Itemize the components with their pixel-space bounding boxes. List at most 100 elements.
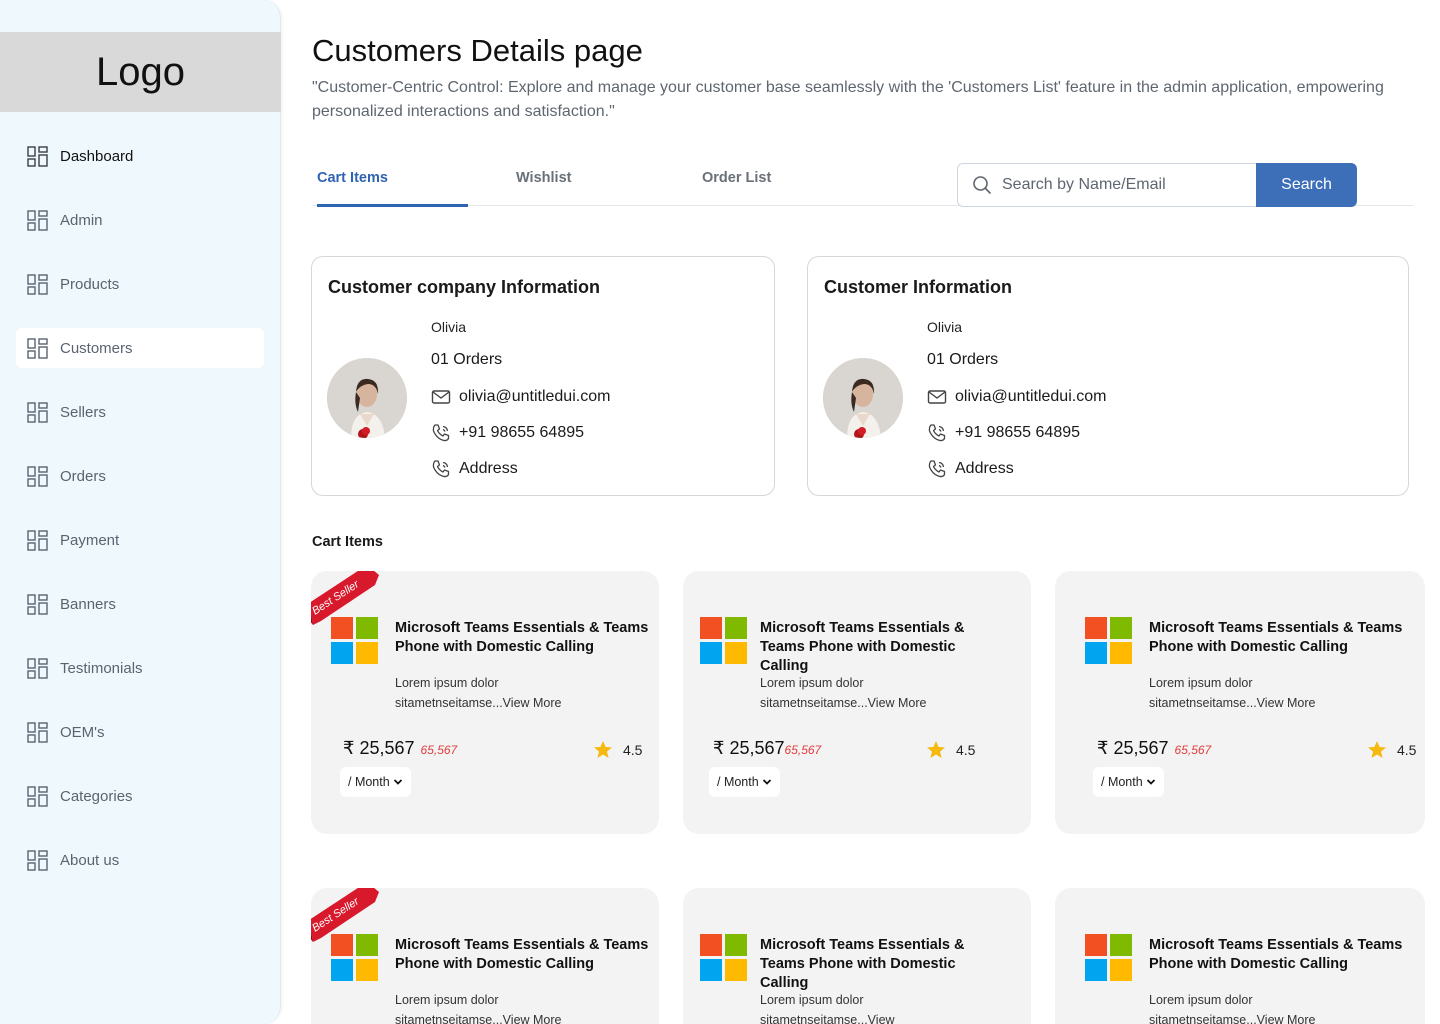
logo[interactable]: Logo <box>0 32 281 112</box>
product-title[interactable]: Microsoft Teams Essentials & Teams Phone… <box>395 619 651 657</box>
view-more-link[interactable]: sitametnseitamse...View More <box>395 1010 635 1024</box>
customer-info-card: Customer Information Olivia 01 Orders ol… <box>807 256 1409 496</box>
sidebar-item-admin[interactable]: Admin <box>16 200 264 240</box>
mail-icon <box>431 390 451 404</box>
microsoft-logo-icon <box>1085 617 1133 665</box>
email-text[interactable]: olivia@untitledui.com <box>459 388 610 406</box>
sidebar-item-categories[interactable]: Categories <box>16 776 264 816</box>
phone-text: +91 98655 64895 <box>955 424 1081 441</box>
period-label: / Month <box>717 775 759 789</box>
chevron-down-icon <box>762 779 771 785</box>
description-line: Lorem ipsum dolor <box>395 676 499 690</box>
product-description: Lorem ipsum dolor sitametnseitamse...Vie… <box>760 673 930 713</box>
tab-order-list[interactable]: Order List <box>702 170 771 186</box>
product-title[interactable]: Microsoft Teams Essentials & Teams Phone… <box>760 936 980 993</box>
grid-icon <box>27 401 48 423</box>
sidebar-item-sellers[interactable]: Sellers <box>16 392 264 432</box>
product-card[interactable]: Microsoft Teams Essentials & Teams Phone… <box>1055 571 1425 834</box>
sidebar-item-about-us[interactable]: About us <box>16 840 264 880</box>
rating-value: 4.5 <box>956 742 976 758</box>
view-more-link[interactable]: sitametnseitamse...View <box>760 1010 930 1024</box>
period-dropdown[interactable]: / Month <box>1093 767 1164 797</box>
sidebar-item-banners[interactable]: Banners <box>16 584 264 624</box>
sidebar-item-customers[interactable]: Customers <box>16 328 264 368</box>
sidebar-nav: Dashboard Admin Products Customers Selle… <box>16 136 264 904</box>
grid-icon <box>27 145 48 167</box>
star-icon <box>1368 741 1386 758</box>
phone-icon <box>432 460 450 478</box>
product-card[interactable]: Best Seller Microsoft Teams Essentials &… <box>311 888 659 1024</box>
address-text: Address <box>955 460 1014 477</box>
card-heading: Customer company Information <box>328 277 601 297</box>
card-heading: Customer Information <box>824 277 1013 297</box>
sidebar-item-label: Payment <box>60 531 120 549</box>
product-price: ₹ 25,567 65,567 <box>343 738 457 759</box>
sidebar-item-label: Dashboard <box>60 147 134 165</box>
product-card[interactable]: Microsoft Teams Essentials & Teams Phone… <box>683 571 1031 834</box>
section-title: Cart Items <box>312 534 383 550</box>
period-label: / Month <box>1101 775 1143 789</box>
phone-icon <box>928 424 946 442</box>
email-row: olivia@untitledui.com <box>431 387 610 407</box>
product-title[interactable]: Microsoft Teams Essentials & Teams Phone… <box>1149 936 1411 974</box>
description-line: Lorem ipsum dolor <box>1149 676 1253 690</box>
product-description: Lorem ipsum dolor sitametnseitamse...Vie… <box>1149 990 1389 1024</box>
period-dropdown[interactable]: / Month <box>340 767 411 797</box>
sidebar-item-products[interactable]: Products <box>16 264 264 304</box>
product-card[interactable]: Microsoft Teams Essentials & Teams Phone… <box>1055 888 1425 1024</box>
phone-icon <box>928 460 946 478</box>
sidebar-item-label: Testimonials <box>60 659 143 677</box>
product-title[interactable]: Microsoft Teams Essentials & Teams Phone… <box>760 619 980 676</box>
search-button[interactable]: Search <box>1256 163 1357 207</box>
tab-wishlist[interactable]: Wishlist <box>516 170 571 186</box>
address-row: Address <box>431 459 518 479</box>
product-card[interactable]: Best Seller Microsoft Teams Essentials &… <box>311 571 659 834</box>
sidebar-item-label: Products <box>60 275 120 293</box>
price-value: ₹ 25,567 <box>713 738 785 758</box>
view-more-link[interactable]: sitametnseitamse...View More <box>760 693 930 713</box>
chevron-down-icon <box>393 779 402 785</box>
sidebar-item-label: About us <box>60 851 120 869</box>
microsoft-logo-icon <box>1085 934 1133 982</box>
sidebar-item-label: Orders <box>60 467 106 485</box>
product-title[interactable]: Microsoft Teams Essentials & Teams Phone… <box>395 936 651 974</box>
avatar <box>823 358 903 438</box>
sidebar-item-dashboard[interactable]: Dashboard <box>16 136 264 176</box>
sidebar-item-label: Categories <box>60 787 133 805</box>
email-row: olivia@untitledui.com <box>927 387 1106 407</box>
microsoft-logo-icon <box>700 617 748 665</box>
description-line: Lorem ipsum dolor <box>395 993 499 1007</box>
price-value: ₹ 25,567 <box>1097 738 1169 758</box>
email-text[interactable]: olivia@untitledui.com <box>955 388 1106 406</box>
company-info-card: Customer company Information Olivia 01 O… <box>311 256 775 496</box>
star-icon <box>594 741 612 758</box>
tab-cart-items[interactable]: Cart Items <box>317 170 388 186</box>
view-more-link[interactable]: sitametnseitamse...View More <box>1149 1010 1389 1024</box>
grid-icon <box>27 209 48 231</box>
view-more-link[interactable]: sitametnseitamse...View More <box>395 693 635 713</box>
price-value: ₹ 25,567 <box>343 738 415 758</box>
star-icon <box>927 741 945 758</box>
search-input[interactable] <box>1002 176 1242 194</box>
microsoft-logo-icon <box>331 934 379 982</box>
sidebar-item-oems[interactable]: OEM's <box>16 712 264 752</box>
sidebar-item-orders[interactable]: Orders <box>16 456 264 496</box>
product-rating: 4.5 <box>926 740 975 760</box>
sidebar: Logo Dashboard Admin Products Customers … <box>0 0 281 1024</box>
old-price: 65,567 <box>1174 743 1212 757</box>
search-icon <box>973 176 991 194</box>
page-description: "Customer-Centric Control: Explore and m… <box>312 79 1384 120</box>
product-description: Lorem ipsum dolor sitametnseitamse...Vie… <box>395 990 635 1024</box>
product-rating: 4.5 <box>1367 740 1416 760</box>
product-title[interactable]: Microsoft Teams Essentials & Teams Phone… <box>1149 619 1411 657</box>
period-label: / Month <box>348 775 390 789</box>
view-more-link[interactable]: sitametnseitamse...View More <box>1149 693 1389 713</box>
sidebar-item-label: Customers <box>60 339 133 357</box>
customer-name: Olivia <box>431 319 467 335</box>
old-price: 65,567 <box>784 743 822 757</box>
period-dropdown[interactable]: / Month <box>709 767 780 797</box>
mail-icon <box>927 390 947 404</box>
product-card[interactable]: Microsoft Teams Essentials & Teams Phone… <box>683 888 1031 1024</box>
sidebar-item-payment[interactable]: Payment <box>16 520 264 560</box>
sidebar-item-testimonials[interactable]: Testimonials <box>16 648 264 688</box>
